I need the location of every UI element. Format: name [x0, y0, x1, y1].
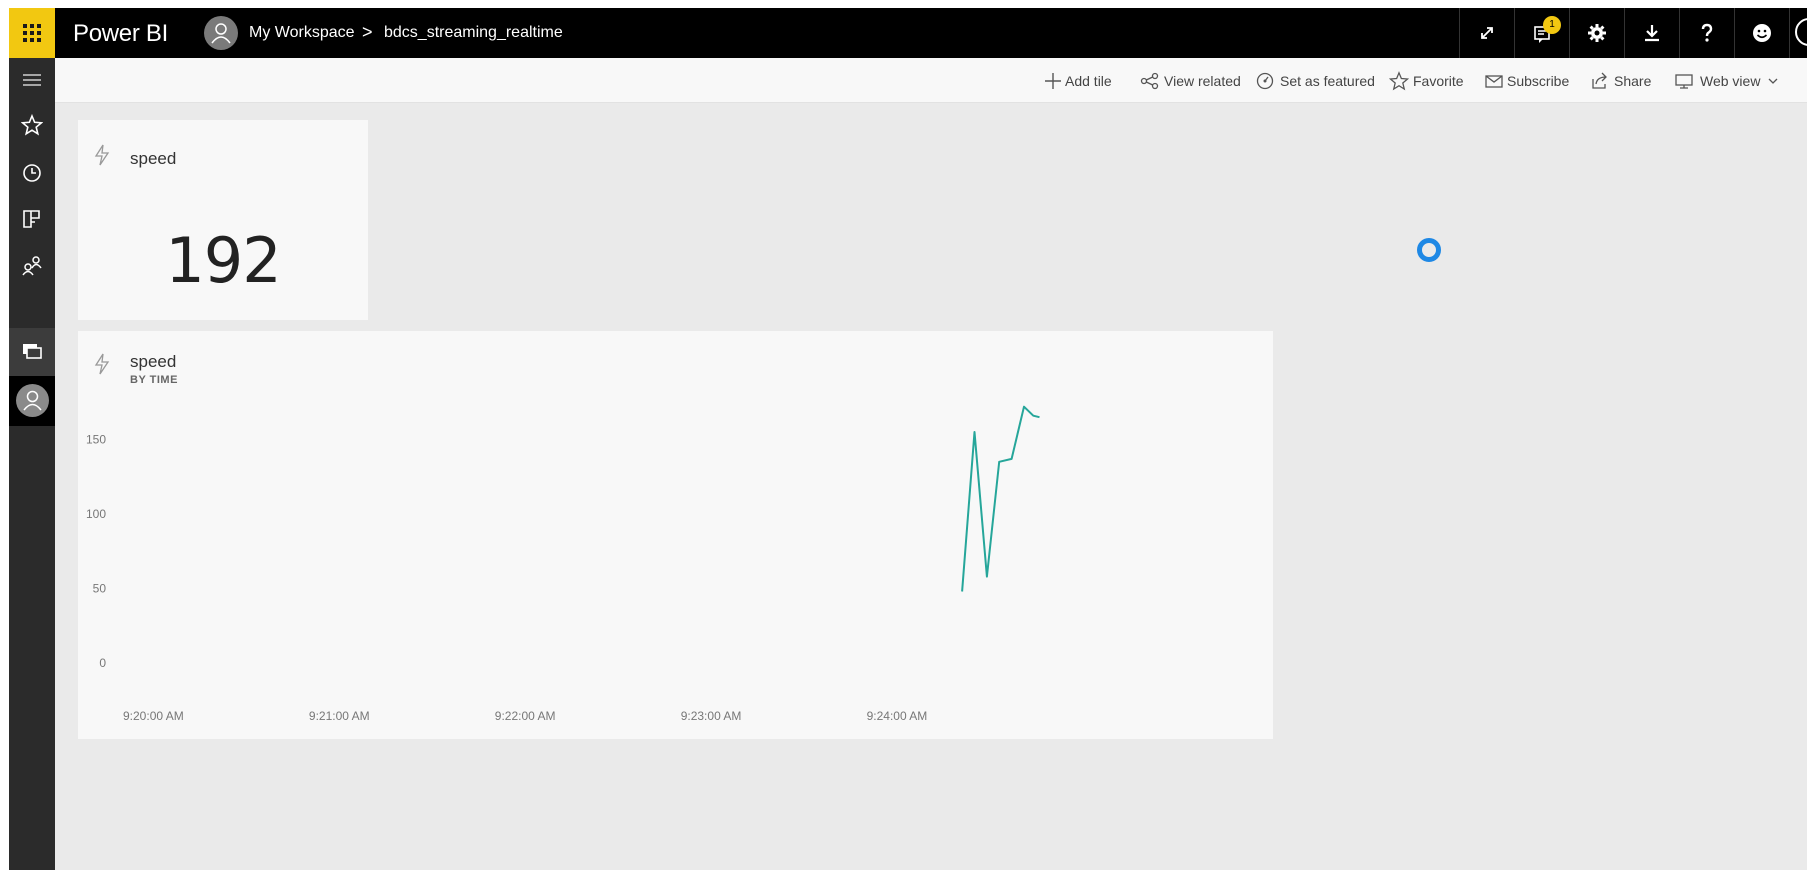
download-button[interactable] — [1624, 8, 1679, 58]
monitor-icon — [1675, 74, 1693, 89]
series-group — [961, 405, 1040, 592]
x-tick-label: 9:23:00 AM — [681, 709, 742, 723]
web-view-label: Web view — [1700, 73, 1761, 89]
add-tile-button[interactable]: Add tile — [1043, 71, 1119, 91]
view-related-button[interactable]: View related — [1140, 71, 1243, 91]
hamburger-icon — [23, 74, 41, 86]
x-tick-label: 9:20:00 AM — [123, 709, 184, 723]
workspaces-icon — [23, 344, 42, 359]
set-as-featured-button[interactable]: Set as featured — [1255, 71, 1375, 91]
notifications-button[interactable]: 1 — [1514, 8, 1569, 58]
recent-clock-icon — [23, 164, 41, 182]
x-tick-label: 9:24:00 AM — [867, 709, 928, 723]
x-tick-label: 9:21:00 AM — [309, 709, 370, 723]
set-as-featured-label: Set as featured — [1280, 73, 1375, 89]
nav-shared-button[interactable] — [9, 244, 55, 284]
y-axis: 0 50 100 150 200 — [86, 358, 107, 671]
help-icon — [1701, 23, 1713, 42]
series-line-0[interactable] — [961, 405, 1040, 592]
card-value: 192 — [165, 224, 281, 297]
download-icon — [1645, 25, 1659, 42]
account-avatar-icon — [1795, 18, 1807, 46]
settings-button[interactable] — [1569, 8, 1624, 58]
nav-workspaces-button[interactable] — [9, 328, 55, 376]
streaming-lightning-icon — [94, 144, 110, 166]
x-axis: 9:20:00 AM 9:21:00 AM 9:22:00 AM 9:23:00 AM… — [123, 709, 927, 723]
share-icon — [1592, 72, 1607, 89]
plus-icon — [1045, 73, 1061, 89]
speed-line-chart: 0 50 100 150 200 9:20:00 AM 9:21:00 AM 9:22:00… — [86, 358, 1040, 723]
gear-icon — [1588, 24, 1606, 42]
y-tick-label: 0 — [99, 656, 106, 670]
favorites-star-icon — [21, 114, 43, 136]
subscribe-button[interactable]: Subscribe — [1484, 71, 1574, 91]
breadcrumb-separator: > — [362, 22, 373, 42]
left-navigation — [9, 58, 55, 870]
app-launcher-waffle-icon[interactable] — [9, 8, 55, 58]
breadcrumb-dashboard[interactable]: bdcs_streaming_realtime — [384, 24, 563, 42]
star-icon — [1389, 71, 1409, 91]
feedback-button[interactable] — [1734, 8, 1789, 58]
featured-icon — [1256, 72, 1274, 90]
favorite-label: Favorite — [1413, 73, 1464, 89]
nav-expand-button[interactable] — [9, 60, 55, 100]
nav-favorites-button[interactable] — [9, 104, 55, 144]
notification-count-badge: 1 — [1543, 16, 1561, 34]
share-label: Share — [1614, 73, 1652, 89]
account-button[interactable] — [1789, 8, 1807, 58]
add-tile-label: Add tile — [1065, 73, 1112, 89]
related-icon — [1140, 72, 1159, 90]
y-tick-label: 50 — [93, 582, 107, 596]
user-avatar-icon — [16, 384, 49, 417]
card-tile-title: speed — [130, 149, 177, 168]
feedback-smiley-icon — [1753, 24, 1771, 42]
card-tile-speed[interactable]: speed 192 — [78, 120, 368, 320]
nav-user-button[interactable] — [9, 376, 55, 426]
app-window: Power BI My Workspace > bdcs_streaming_r… — [9, 8, 1807, 870]
nav-recent-button[interactable] — [9, 152, 55, 192]
line-chart-tile-speed[interactable]: speed BY TIME 0 50 100 150 200 9:20:00 AM 9:2… — [78, 331, 1273, 739]
loading-spinner-icon — [1417, 238, 1441, 262]
help-button[interactable] — [1679, 8, 1734, 58]
dashboard-action-bar: Add tile View related Set as featured Fa… — [55, 58, 1807, 103]
x-tick-label: 9:22:00 AM — [495, 709, 556, 723]
expand-icon — [1481, 27, 1493, 39]
y-tick-label: 100 — [86, 507, 106, 521]
brand-name[interactable]: Power BI — [73, 20, 168, 48]
breadcrumb-workspace[interactable]: My Workspace — [249, 24, 355, 42]
share-button[interactable]: Share — [1590, 71, 1654, 91]
web-view-dropdown[interactable]: Web view — [1674, 71, 1778, 91]
apps-icon — [23, 210, 40, 228]
expand-button[interactable] — [1459, 8, 1514, 58]
favorite-button[interactable]: Favorite — [1389, 71, 1469, 91]
shared-with-me-icon — [22, 256, 42, 276]
view-related-label: View related — [1164, 73, 1241, 89]
workspace-avatar-icon — [204, 16, 238, 50]
y-tick-label: 150 — [86, 433, 106, 447]
y-tick-label: 200 — [86, 358, 106, 372]
nav-apps-button[interactable] — [9, 198, 55, 238]
top-bar: Power BI My Workspace > bdcs_streaming_r… — [9, 8, 1807, 58]
mail-icon — [1485, 75, 1503, 88]
subscribe-label: Subscribe — [1507, 73, 1570, 89]
chevron-down-icon — [1768, 78, 1778, 84]
